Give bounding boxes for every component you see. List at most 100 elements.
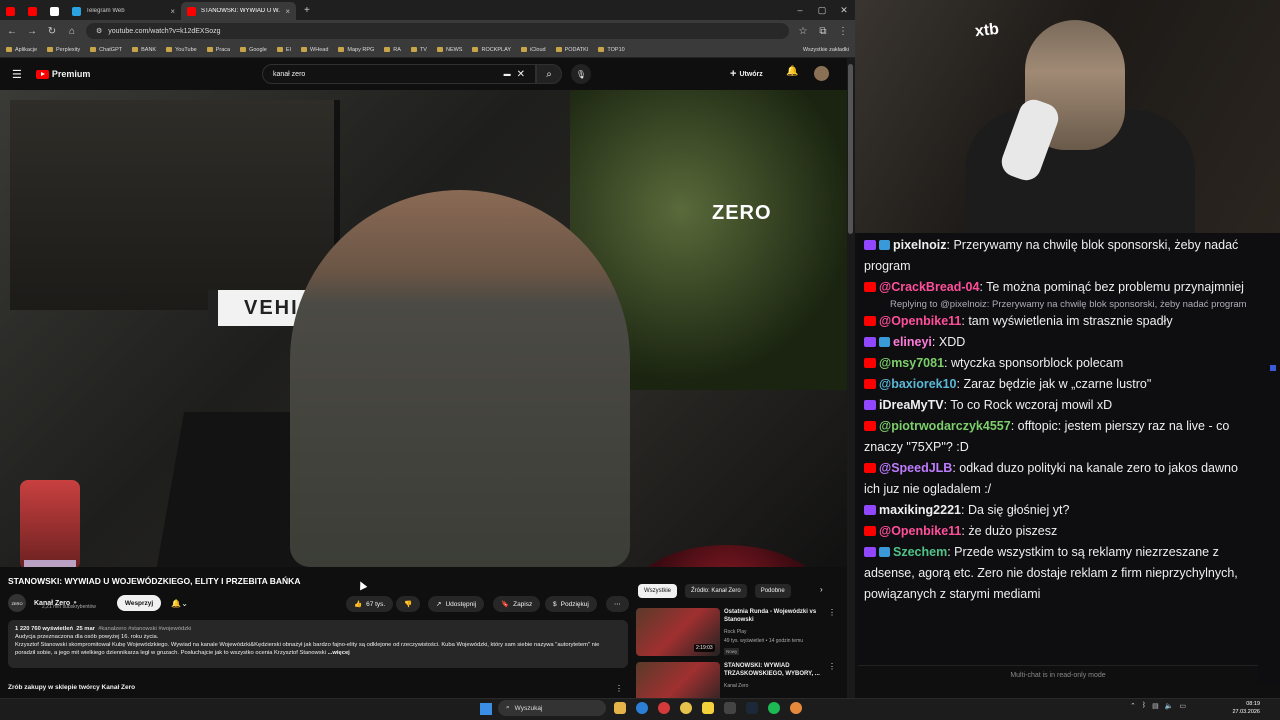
- video-thumbnail[interactable]: [636, 662, 720, 698]
- bookmark-item[interactable]: PODATKI: [555, 47, 588, 53]
- chat-username[interactable]: @Openbike11: [879, 314, 961, 328]
- volume-icon[interactable]: 🔈: [1165, 702, 1174, 710]
- browser-tab[interactable]: STANOWSKI: WYWIAD U W... ×: [181, 2, 296, 20]
- bookmark-item[interactable]: iCloud: [521, 47, 546, 53]
- site-info-icon[interactable]: ⚙: [96, 27, 102, 35]
- shop-menu-icon[interactable]: ⋮: [615, 684, 623, 693]
- chevron-right-icon[interactable]: ›: [820, 585, 823, 594]
- clear-search-icon[interactable]: ✕: [517, 69, 525, 80]
- chat-username[interactable]: elineyi: [893, 335, 932, 349]
- home-icon[interactable]: ⌂: [66, 26, 78, 37]
- browser-tab[interactable]: [0, 2, 22, 20]
- search-input[interactable]: kanał zero ▬ ✕: [262, 64, 536, 84]
- tray-arrow-icon[interactable]: ⌃: [1130, 702, 1136, 710]
- hamburger-menu-icon[interactable]: ☰: [12, 68, 22, 81]
- opera-icon[interactable]: [658, 702, 670, 714]
- reload-icon[interactable]: ↻: [46, 26, 58, 37]
- notes-icon[interactable]: [702, 702, 714, 714]
- bookmark-item[interactable]: Aplikacje: [6, 47, 37, 53]
- video-description[interactable]: 1 220 760 wyświetleń 25 mar #kanałzero #…: [8, 620, 628, 668]
- bookmark-item[interactable]: Perplexity: [47, 47, 80, 53]
- windows-start-icon[interactable]: [480, 703, 492, 715]
- chat-username[interactable]: @baxiorek10: [879, 377, 957, 391]
- minimize-icon[interactable]: –: [789, 0, 811, 20]
- bookmark-item[interactable]: Google: [240, 47, 267, 53]
- dislike-button[interactable]: 👎: [396, 596, 421, 612]
- bookmark-item[interactable]: BANK: [132, 47, 156, 53]
- bookmark-item[interactable]: Mapy RPG: [338, 47, 374, 53]
- back-icon[interactable]: ←: [6, 26, 18, 37]
- forward-icon[interactable]: →: [26, 26, 38, 37]
- chat-username[interactable]: @msy7081: [879, 356, 944, 370]
- notifications-bell-icon[interactable]: 🔔: [786, 66, 798, 77]
- spotify-icon[interactable]: [768, 702, 780, 714]
- chat-username[interactable]: @CrackBread-04: [879, 280, 979, 294]
- create-button[interactable]: + Utwórz: [730, 66, 763, 82]
- hashtags[interactable]: #kanałzero #stanowski #wojewódzki: [98, 626, 191, 632]
- channel-avatar[interactable]: ZERO: [8, 594, 26, 612]
- show-more-link[interactable]: ...więcej: [328, 650, 350, 656]
- browser-tab[interactable]: [22, 2, 44, 20]
- new-tab-button[interactable]: +: [304, 5, 310, 16]
- search-button[interactable]: ⌕: [536, 64, 562, 84]
- chat-username[interactable]: iDreaMyTV: [879, 398, 944, 412]
- file-explorer-icon[interactable]: [614, 702, 626, 714]
- keyboard-icon[interactable]: ▬: [504, 71, 511, 78]
- bookmark-item[interactable]: ChatGPT: [90, 47, 122, 53]
- bookmark-item[interactable]: YouTube: [166, 47, 197, 53]
- more-actions-button[interactable]: ⋯: [606, 596, 629, 612]
- extensions-icon[interactable]: ⧉: [817, 26, 829, 37]
- bookmark-item[interactable]: Praca: [206, 47, 230, 53]
- all-bookmarks-button[interactable]: Wszystkie zakładki: [803, 47, 849, 53]
- youtube-logo[interactable]: Premium: [35, 69, 90, 79]
- chat-username[interactable]: pixelnoiz: [893, 238, 946, 252]
- chat-username[interactable]: maxiking2221: [879, 503, 961, 517]
- chrome-icon[interactable]: [680, 702, 692, 714]
- filter-chip[interactable]: Źródło: Kanał Zero: [685, 584, 747, 598]
- bookmark-item[interactable]: EI: [276, 47, 291, 53]
- voice-search-button[interactable]: 🎙: [571, 64, 591, 84]
- close-window-icon[interactable]: ✕: [833, 0, 855, 20]
- subscription-bell-icon[interactable]: 🔔⌄: [171, 599, 188, 608]
- browser-tab[interactable]: [44, 2, 66, 20]
- bookmark-item[interactable]: TV: [410, 47, 427, 53]
- bluetooth-icon[interactable]: ᛒ: [1142, 702, 1146, 710]
- support-button[interactable]: Wesprzyj: [116, 595, 162, 611]
- bookmark-item[interactable]: RA: [384, 47, 401, 53]
- thanks-button[interactable]: $ Podziękuj: [545, 596, 597, 612]
- user-avatar[interactable]: [814, 66, 829, 81]
- close-tab-icon[interactable]: ×: [285, 7, 290, 16]
- system-tray[interactable]: ⌃ ᛒ ▤ 🔈 ▭: [1130, 702, 1186, 710]
- steam-icon[interactable]: [746, 702, 758, 714]
- edge-icon[interactable]: [636, 702, 648, 714]
- recommended-video[interactable]: STANOWSKI: WYWIAD TRZASKOWSKIEGO, WYBORY…: [636, 662, 844, 698]
- network-icon[interactable]: ▤: [1152, 702, 1159, 710]
- bookmark-item[interactable]: TOP10: [598, 47, 625, 53]
- taskbar-clock[interactable]: 08:19 27.03.2026: [1222, 700, 1260, 716]
- chat-username[interactable]: Szechem: [893, 545, 947, 559]
- bookmark-item[interactable]: WHead: [301, 47, 328, 53]
- bookmark-item[interactable]: ROCKPLAY: [472, 47, 511, 53]
- chat-username[interactable]: @SpeedJLB: [879, 461, 952, 475]
- maximize-icon[interactable]: ▢: [811, 0, 833, 20]
- chat-username[interactable]: @piotrwodarczyk4557: [879, 419, 1011, 433]
- share-button[interactable]: ↗ Udostępnij: [428, 596, 485, 612]
- filter-chip[interactable]: Wszystkie: [638, 584, 677, 598]
- url-field[interactable]: ⚙ youtube.com/watch?v=k12dEXSozg: [86, 23, 789, 39]
- video-menu-icon[interactable]: ⋮: [828, 608, 836, 617]
- filter-chip[interactable]: Podobne: [754, 584, 791, 598]
- video-menu-icon[interactable]: ⋮: [828, 662, 836, 671]
- scrollbar-thumb[interactable]: [848, 64, 853, 234]
- download-icon[interactable]: [724, 702, 736, 714]
- recommended-video[interactable]: 2:19:03 Ostatnia Runda - Wojewódzki vs St…: [636, 608, 844, 658]
- menu-dots-icon[interactable]: ⋮: [837, 26, 849, 37]
- video-player[interactable]: VEHIS ZERO: [0, 90, 847, 567]
- save-button[interactable]: 🔖 Zapisz: [493, 596, 541, 612]
- battery-icon[interactable]: ▭: [1179, 702, 1186, 710]
- taskbar-search[interactable]: ⌕ Wyszukaj: [498, 700, 606, 716]
- bookmark-star-icon[interactable]: ☆: [797, 26, 809, 37]
- close-tab-icon[interactable]: ×: [170, 7, 175, 16]
- browser-tab[interactable]: Telegram Web ×: [66, 2, 181, 20]
- like-button[interactable]: 👍 67 tys.: [346, 596, 394, 612]
- chat-username[interactable]: @Openbike11: [879, 524, 961, 538]
